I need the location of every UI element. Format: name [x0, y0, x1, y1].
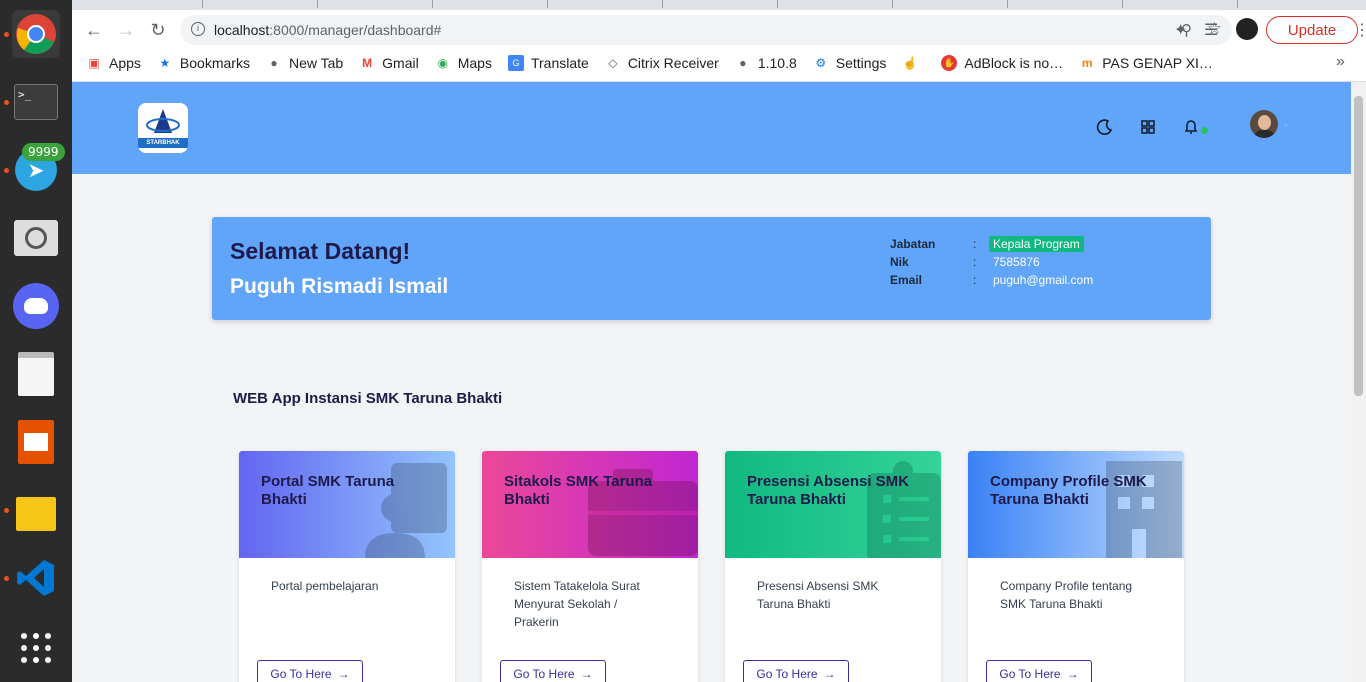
bookmark-bookmarks[interactable]: ★ Bookmarks	[157, 55, 250, 71]
bookmark-citrix[interactable]: ◇ Citrix Receiver	[605, 55, 719, 71]
card-title: Company Profile SMK Taruna Bhakti	[990, 473, 1147, 508]
gear-icon: ⚙	[815, 56, 827, 70]
apps-grid-icon[interactable]	[1139, 118, 1157, 136]
bookmarks-overflow-button[interactable]: »	[1336, 53, 1345, 71]
notification-badge: 9999	[22, 143, 65, 161]
page-scrollbar[interactable]	[1351, 82, 1366, 682]
magnifier-icon[interactable]	[12, 214, 60, 262]
presentation-icon[interactable]	[12, 418, 60, 466]
go-to-here-button[interactable]: Go To Here →	[500, 660, 606, 682]
go-to-here-button[interactable]: Go To Here →	[257, 660, 363, 682]
bookmark-settings[interactable]: ⚙ Settings	[813, 55, 886, 71]
address-bar[interactable]: i localhost:8000/manager/dashboard# ⚲ ☆	[180, 15, 1232, 45]
update-button[interactable]: Update	[1266, 16, 1358, 44]
pointer-icon: ☝	[902, 56, 918, 70]
globe-icon: ●	[270, 56, 278, 70]
bookmark-pas-genap[interactable]: m PAS GENAP XI…	[1079, 55, 1213, 71]
bookmark-apps[interactable]: ▣ Apps	[86, 55, 141, 71]
app-card-presensi: Presensi Absensi SMK Taruna Bhakti Prese…	[725, 451, 941, 682]
discord-icon[interactable]	[12, 282, 60, 330]
scrollbar-thumb[interactable]	[1354, 96, 1363, 396]
url-host: localhost	[214, 22, 270, 38]
arrow-right-icon: →	[337, 667, 350, 681]
card-header: Sitakols SMK Taruna Bhakti	[482, 451, 698, 558]
tab-strip[interactable]	[72, 0, 1366, 10]
info-icon[interactable]: i	[191, 22, 205, 36]
terminal-icon[interactable]: >_	[12, 78, 60, 126]
bookmark-adblock[interactable]: ✋ AdBlock is no…	[941, 55, 1063, 71]
url-text: localhost:8000/manager/dashboard#	[214, 22, 441, 38]
kebab-menu-icon[interactable]: ⋮	[1354, 20, 1366, 40]
adblock-icon: ✋	[941, 55, 958, 71]
starbhak-logo[interactable]: STARBHAK	[138, 103, 188, 153]
bookmark-translate[interactable]: G Translate	[507, 55, 589, 71]
card-header: Portal SMK Taruna Bhakti	[239, 451, 455, 558]
app-grid-icon[interactable]	[12, 624, 60, 672]
user-avatar[interactable]	[1250, 110, 1278, 138]
forward-icon[interactable]: →	[114, 18, 138, 42]
card-description: Presensi Absensi SMK Taruna Bhakti	[757, 579, 879, 611]
bookmark-gmail[interactable]: M Gmail	[359, 55, 419, 71]
logo-text: STARBHAK	[138, 138, 188, 148]
page-content: STARBHAK ⌄ Selamat Datang! Puguh Rismadi…	[72, 82, 1351, 682]
go-to-here-button[interactable]: Go To Here →	[986, 660, 1092, 682]
extensions-icon[interactable]: ✦	[1174, 20, 1187, 40]
notification-bell-icon[interactable]	[1182, 118, 1200, 136]
chevron-down-icon[interactable]: ⌄	[1282, 118, 1290, 129]
section-title: WEB App Instansi SMK Taruna Bhakti	[233, 390, 503, 407]
arrow-right-icon: →	[823, 667, 836, 681]
card-description: Portal pembelajaran	[271, 579, 379, 593]
arrow-right-icon: →	[580, 667, 593, 681]
card-description: Sistem Tatakelola Surat Menyurat Sekolah…	[514, 579, 640, 629]
card-header: Presensi Absensi SMK Taruna Bhakti	[725, 451, 941, 558]
maps-pin-icon: ◉	[437, 56, 448, 70]
go-to-here-button[interactable]: Go To Here →	[743, 660, 849, 682]
bookmark-maps[interactable]: ◉ Maps	[435, 55, 491, 71]
card-description: Company Profile tentang SMK Taruna Bhakt…	[1000, 579, 1133, 611]
moodle-icon: m	[1081, 56, 1093, 70]
star-icon: ★	[159, 56, 171, 70]
notes-icon[interactable]	[12, 486, 60, 534]
url-path: :8000/manager/dashboard#	[269, 22, 442, 38]
bookmark-new-tab[interactable]: ● New Tab	[266, 55, 343, 71]
reload-icon[interactable]: ↻	[146, 18, 170, 42]
browser-chrome: ← → ↻ i localhost:8000/manager/dashboard…	[72, 0, 1366, 82]
card-title: Sitakols SMK Taruna Bhakti	[504, 473, 653, 508]
card-title: Presensi Absensi SMK Taruna Bhakti	[747, 473, 910, 508]
text-editor-icon[interactable]	[12, 350, 60, 398]
gmail-icon: M	[362, 56, 373, 70]
translate-icon: G	[507, 55, 524, 71]
dark-mode-moon-icon[interactable]	[1096, 118, 1114, 136]
app-header: STARBHAK ⌄	[72, 82, 1351, 174]
ubuntu-dock: >_ ➤ 9999	[0, 0, 72, 682]
user-name: Puguh Rismadi Ismail	[230, 275, 449, 298]
chrome-icon[interactable]	[12, 10, 60, 58]
media-control-icon[interactable]: ☰	[1204, 20, 1218, 40]
card-header: Company Profile SMK Taruna Bhakti	[968, 451, 1184, 558]
back-icon[interactable]: ←	[82, 18, 106, 42]
bookmarks-bar: ▣ Apps ★ Bookmarks ● New Tab M Gmail ◉ Maps G…	[86, 52, 1229, 74]
card-title: Portal SMK Taruna Bhakti	[261, 473, 395, 508]
globe-icon: ●	[739, 56, 747, 70]
online-status-dot	[1201, 127, 1208, 134]
profile-avatar[interactable]	[1236, 18, 1258, 40]
app-card-company-profile: Company Profile SMK Taruna Bhakti Compan…	[968, 451, 1184, 682]
app-card-portal: Portal SMK Taruna Bhakti Portal pembelaj…	[239, 451, 455, 682]
apps-grid-icon: ▣	[88, 56, 100, 70]
welcome-greeting: Selamat Datang!	[230, 238, 411, 264]
bookmark-pointer[interactable]: ☝	[902, 55, 925, 71]
vscode-icon[interactable]	[12, 554, 60, 602]
arrow-right-icon: →	[1066, 667, 1079, 681]
role-badge: Kepala Program	[989, 236, 1084, 252]
lock-icon: ◇	[608, 56, 618, 70]
bookmark-version[interactable]: ● 1.10.8	[735, 55, 797, 71]
app-card-sitakols: Sitakols SMK Taruna Bhakti Sistem Tatake…	[482, 451, 698, 682]
welcome-banner: Selamat Datang! Puguh Rismadi Ismail Jab…	[212, 217, 1211, 320]
